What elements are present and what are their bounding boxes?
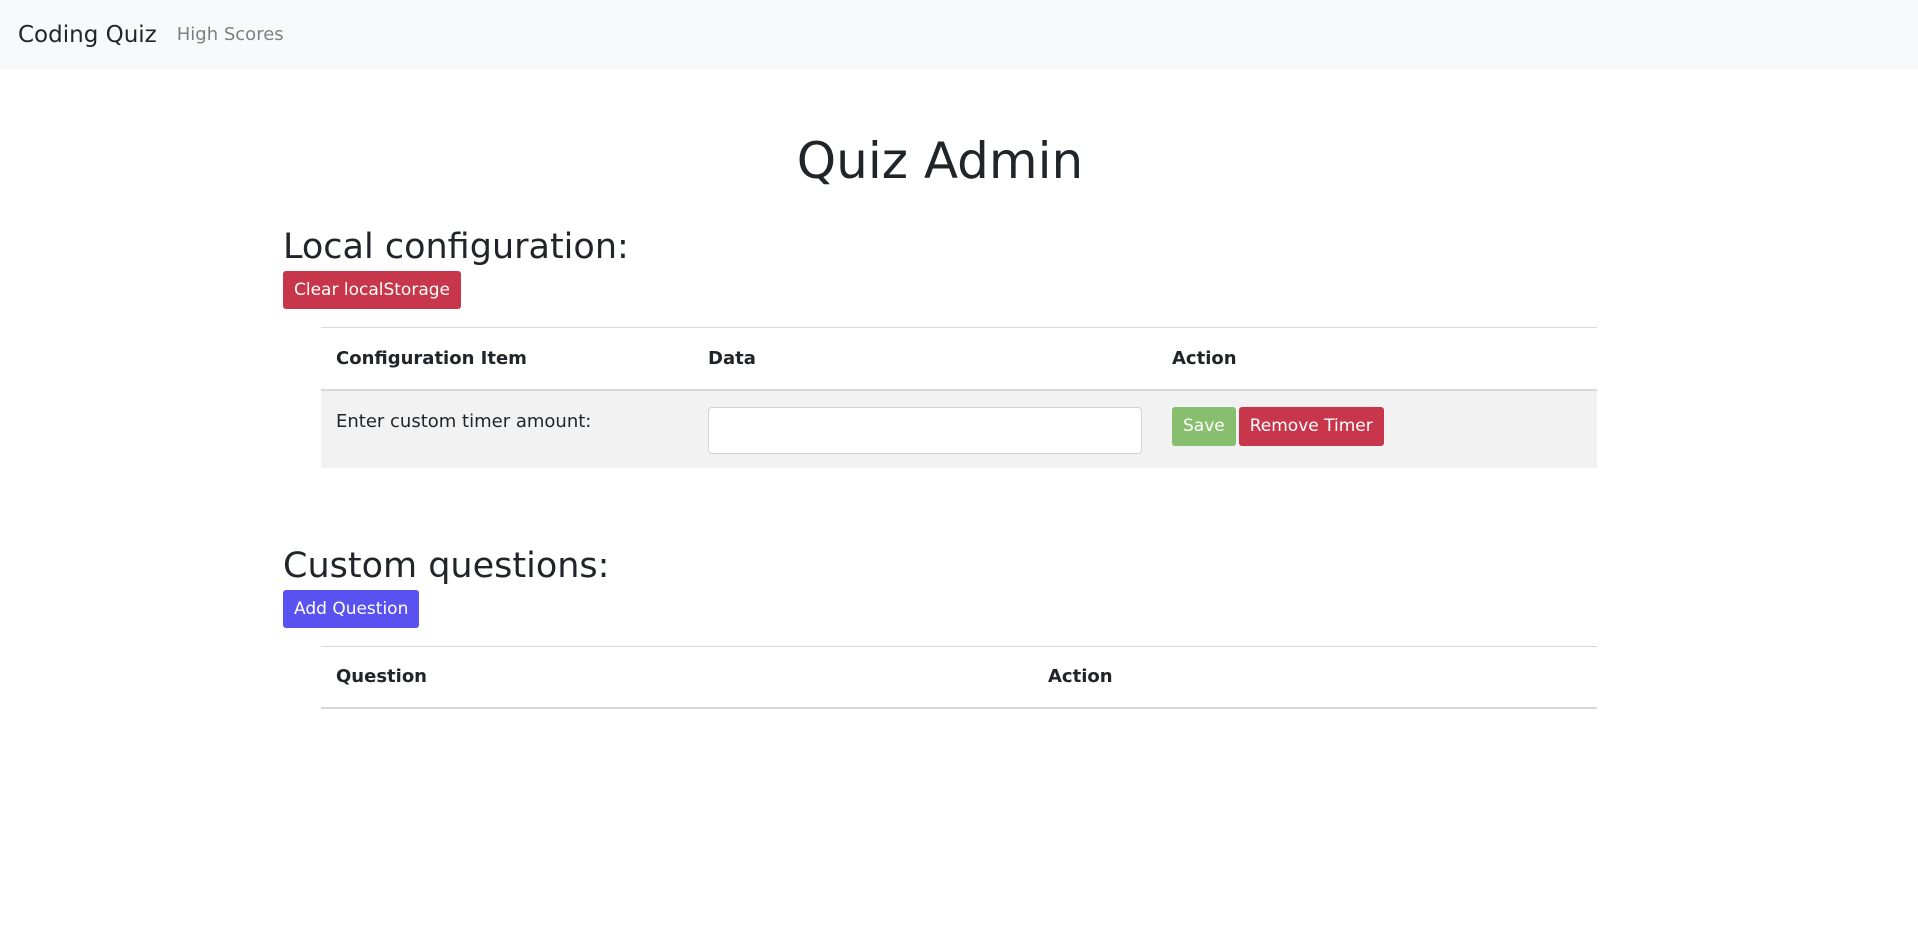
column-header-data: Data [693, 327, 1157, 391]
column-header-question: Question [321, 645, 1033, 709]
local-configuration-heading: Local configuration: [283, 227, 629, 267]
config-action-cell: Save Remove Timer [1157, 389, 1597, 468]
config-table: Configuration Item Data Action Enter cus… [321, 327, 1597, 468]
remove-timer-button[interactable]: Remove Timer [1238, 406, 1384, 446]
local-configuration-section: Local configuration: Clear localStorage … [283, 226, 1597, 468]
config-data-cell [693, 389, 1157, 468]
custom-questions-heading: Custom questions: [283, 545, 610, 586]
custom-questions-section: Custom questions: Add Question Question … [283, 545, 1597, 709]
navbar: Coding Quiz High Scores [0, 0, 1918, 69]
column-header-configuration-item: Configuration Item [321, 327, 693, 391]
questions-table-header: Question Action [321, 645, 1597, 709]
column-header-action: Action [1157, 327, 1597, 391]
main-container: Quiz Admin Local configuration: Clear lo… [283, 69, 1597, 709]
save-button[interactable]: Save [1172, 406, 1236, 446]
table-row: Enter custom timer amount: Save Remove Ti… [321, 389, 1597, 468]
brand-link[interactable]: Coding Quiz [18, 22, 157, 48]
clear-localstorage-button[interactable]: Clear localStorage [283, 271, 461, 309]
page-title: Quiz Admin [796, 132, 1084, 190]
config-table-header: Configuration Item Data Action [321, 327, 1597, 391]
column-header-action: Action [1033, 645, 1597, 709]
questions-table: Question Action [321, 645, 1597, 709]
add-question-button[interactable]: Add Question [283, 589, 420, 628]
nav-link-high-scores[interactable]: High Scores [177, 24, 284, 45]
config-item-label: Enter custom timer amount: [321, 389, 693, 468]
custom-timer-input[interactable] [708, 406, 1142, 454]
